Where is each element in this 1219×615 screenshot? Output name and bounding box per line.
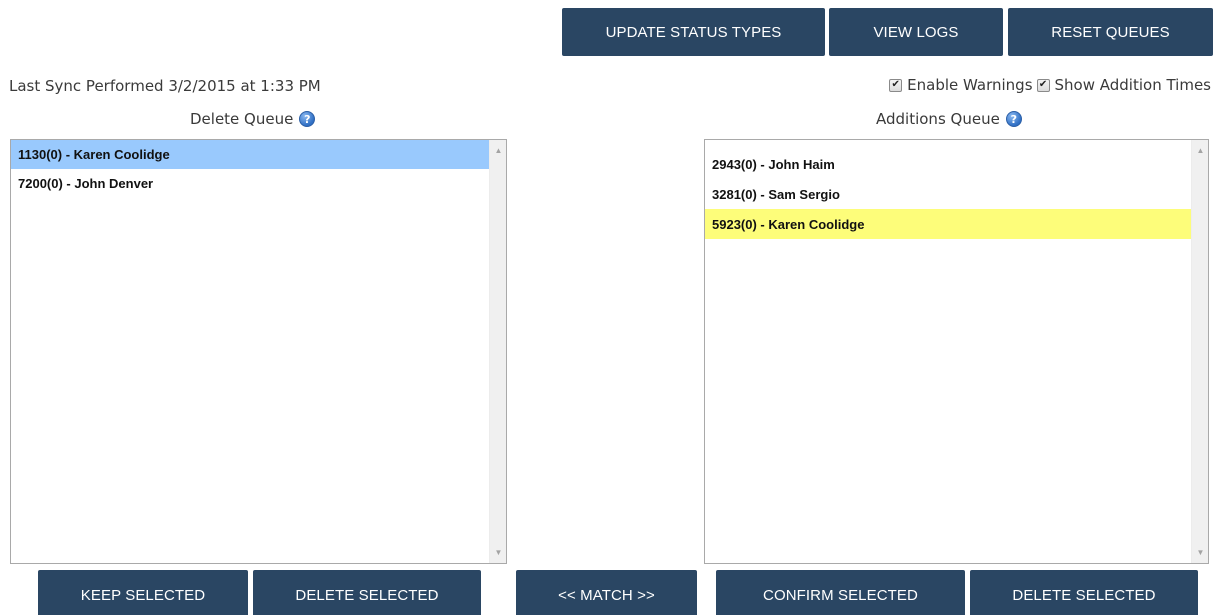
delete-queue-list[interactable]: 1130(0) - Karen Coolidge 7200(0) - John …: [10, 139, 507, 564]
enable-warnings-label: Enable Warnings: [907, 76, 1033, 94]
show-addition-times-option[interactable]: ✔ Show Addition Times: [1036, 76, 1211, 94]
enable-warnings-checkbox[interactable]: ✔: [889, 78, 903, 92]
list-item[interactable]: 3281(0) - Sam Sergio: [705, 179, 1191, 209]
confirm-selected-button[interactable]: CONFIRM SELECTED: [716, 570, 965, 615]
update-status-types-button[interactable]: UPDATE STATUS TYPES: [562, 8, 825, 56]
list-item[interactable]: 1130(0) - Karen Coolidge: [11, 140, 489, 169]
reset-queues-button[interactable]: RESET QUEUES: [1008, 8, 1213, 56]
options-bar: ✔ Enable Warnings ✔ Show Addition Times: [889, 76, 1211, 94]
list-item[interactable]: 2943(0) - John Haim: [705, 149, 1191, 179]
delete-queue-items: 1130(0) - Karen Coolidge 7200(0) - John …: [11, 140, 489, 563]
show-addition-times-label: Show Addition Times: [1054, 76, 1211, 94]
delete-queue-heading: Delete Queue ?: [190, 110, 316, 128]
delete-queue-scrollbar[interactable]: ▲ ▼: [489, 140, 506, 563]
additions-queue-title: Additions Queue: [876, 110, 1000, 128]
arrow-up-icon[interactable]: ▲: [1192, 142, 1208, 159]
delete-selected-button-right[interactable]: DELETE SELECTED: [970, 570, 1198, 615]
show-addition-times-checkbox[interactable]: ✔: [1036, 78, 1050, 92]
last-sync-text: Last Sync Performed 3/2/2015 at 1:33 PM: [9, 77, 321, 95]
keep-selected-button[interactable]: KEEP SELECTED: [38, 570, 248, 615]
help-icon[interactable]: ?: [299, 111, 316, 127]
delete-selected-button-left[interactable]: DELETE SELECTED: [253, 570, 481, 615]
additions-queue-heading: Additions Queue ?: [876, 110, 1022, 128]
arrow-down-icon[interactable]: ▼: [1192, 544, 1208, 561]
arrow-up-icon[interactable]: ▲: [490, 142, 506, 159]
help-icon[interactable]: ?: [1005, 111, 1022, 127]
additions-queue-list[interactable]: 2943(0) - John Haim 3281(0) - Sam Sergio…: [704, 139, 1209, 564]
list-item[interactable]: 5923(0) - Karen Coolidge: [705, 209, 1191, 239]
match-button[interactable]: << MATCH >>: [516, 570, 697, 615]
additions-queue-items: 2943(0) - John Haim 3281(0) - Sam Sergio…: [705, 140, 1191, 563]
additions-queue-scrollbar[interactable]: ▲ ▼: [1191, 140, 1208, 563]
enable-warnings-option[interactable]: ✔ Enable Warnings: [889, 76, 1033, 94]
arrow-down-icon[interactable]: ▼: [490, 544, 506, 561]
list-item[interactable]: 7200(0) - John Denver: [11, 169, 489, 198]
view-logs-button[interactable]: VIEW LOGS: [829, 8, 1003, 56]
delete-queue-title: Delete Queue: [190, 110, 294, 128]
